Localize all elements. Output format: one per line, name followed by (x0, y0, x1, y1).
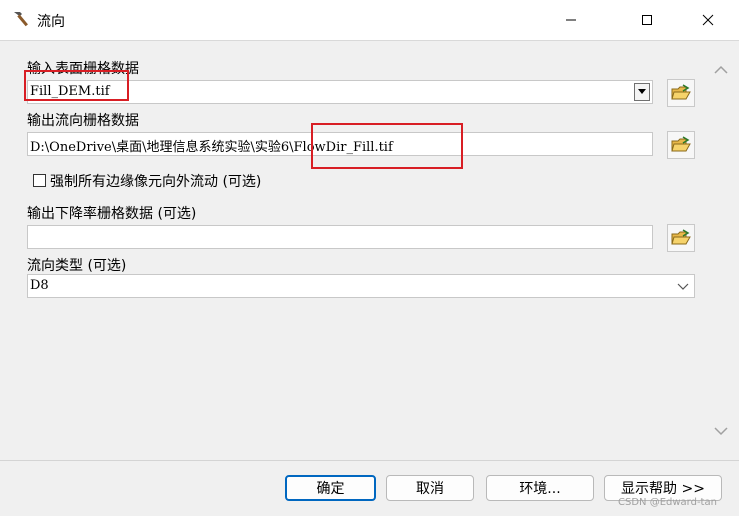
force-edge-label: 强制所有边缘像元向外流动 (可选) (50, 174, 262, 190)
window-title: 流向 (37, 14, 65, 30)
flow-type-select[interactable]: D8 (27, 274, 695, 298)
flow-type-value: D8 (30, 278, 49, 293)
folder-open-icon (671, 84, 691, 100)
vertical-scrollbar[interactable] (707, 40, 735, 458)
folder-open-icon (671, 136, 691, 152)
ok-button[interactable]: 确定 (285, 475, 376, 501)
output-drop-input[interactable] (27, 225, 653, 249)
output-drop-label: 输出下降率栅格数据 (可选) (27, 206, 197, 222)
highlight-input-value (24, 70, 129, 101)
dropdown-arrow-icon[interactable] (634, 83, 650, 101)
close-button[interactable] (685, 0, 731, 40)
watermark: CSDN @Edward-tan (618, 497, 717, 508)
parameters-panel: 输入表面栅格数据 Fill_DEM.tif 输出流向栅格数据 D:\OneDri… (0, 40, 739, 461)
maximize-button[interactable] (624, 0, 670, 40)
flow-type-label: 流向类型 (可选) (27, 258, 127, 274)
hammer-icon (10, 8, 32, 30)
maximize-icon (642, 15, 652, 25)
title-bar: 流向 (0, 0, 739, 40)
output-flow-label: 输出流向栅格数据 (27, 113, 139, 129)
cancel-button[interactable]: 取消 (386, 475, 474, 501)
browse-input-button[interactable] (667, 79, 695, 107)
close-icon (702, 14, 714, 26)
minimize-icon (566, 19, 576, 21)
folder-open-icon (671, 229, 691, 245)
highlight-output-filename (311, 123, 463, 169)
force-edge-checkbox[interactable] (33, 174, 46, 187)
minimize-button[interactable] (548, 0, 594, 40)
scroll-down-icon[interactable] (714, 426, 728, 436)
browse-output-flow-button[interactable] (667, 131, 695, 159)
chevron-down-icon (677, 283, 689, 290)
scroll-up-icon[interactable] (714, 65, 728, 75)
environments-button[interactable]: 环境... (486, 475, 594, 501)
browse-output-drop-button[interactable] (667, 224, 695, 252)
